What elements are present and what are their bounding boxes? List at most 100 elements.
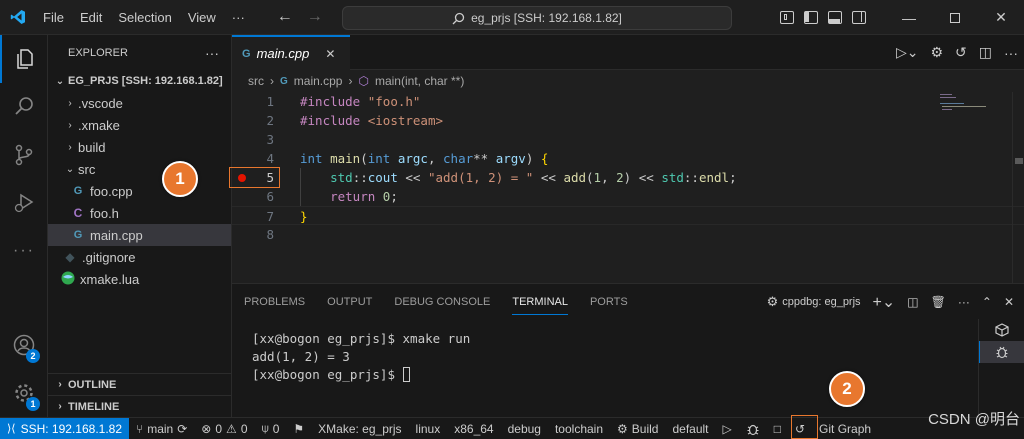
debug-launch-item[interactable]: ⚑ (286, 418, 311, 439)
tree-item-xmake-lua[interactable]: xmake.lua (48, 268, 231, 290)
timeline-section[interactable]: › TIMELINE (48, 395, 232, 417)
tree-item-label: .xmake (78, 117, 120, 133)
code-editor[interactable]: 1 #include "foo.h" 2 #include <iostream> 3… (232, 92, 1024, 283)
workspace-root[interactable]: ⌄ EG_PRJS [SSH: 192.168.1.82] (48, 70, 231, 92)
warning-count: 0 (240, 421, 248, 436)
more-views-icon[interactable]: ··· (0, 227, 48, 275)
more-actions-icon[interactable]: ··· (958, 295, 970, 309)
target-item[interactable]: default (665, 418, 715, 439)
close-tab-icon[interactable]: ✕ (325, 47, 335, 61)
ports-item[interactable]: ⍦ 0 (255, 418, 287, 439)
accounts-icon[interactable]: 2 (0, 321, 48, 369)
problems-item[interactable]: ⊗ 0 ⚠ 0 (194, 418, 254, 439)
mode-item[interactable]: debug (501, 418, 548, 439)
error-count: 0 (215, 421, 223, 436)
terminal-line: [xx@bogon eg_prjs]$ (252, 366, 470, 384)
sync-icon[interactable]: ⟳ (177, 422, 187, 436)
close-panel-icon[interactable]: ✕ (1004, 295, 1014, 309)
terminal-output[interactable]: [xx@bogon eg_prjs]$ xmake run add(1, 2) … (252, 330, 470, 384)
tree-item-xmake[interactable]: › .xmake (48, 114, 231, 136)
tree-item-gitignore[interactable]: ◆ .gitignore (48, 246, 231, 268)
minimize-icon[interactable]: — (886, 0, 932, 35)
menu-more[interactable]: ··· (224, 0, 253, 35)
arch-item[interactable]: x86_64 (447, 418, 500, 439)
source-control-icon[interactable] (0, 131, 48, 179)
stop-icon[interactable]: □ (767, 418, 788, 439)
history-icon[interactable]: ↺ (955, 44, 967, 61)
tree-item-src[interactable]: ⌄ src (48, 158, 231, 180)
tree-item-label: src (78, 161, 96, 177)
settings-gear-icon[interactable]: ⚙ (930, 44, 943, 61)
tree-item-main-cpp[interactable]: G main.cpp (48, 224, 231, 246)
status-bar: ⟩⟨ SSH: 192.168.1.82 ⑂ main ⟳ ⊗ 0 ⚠ 0 ⍦ … (0, 417, 1024, 439)
editor-group: G main.cpp ✕ ▷⌄ ⚙ ↺ ◫ ··· src › G main.c… (232, 35, 1024, 283)
maximize-panel-icon[interactable]: ⌃ (982, 295, 992, 309)
git-graph-item[interactable]: Git Graph (812, 418, 878, 439)
new-terminal-icon[interactable]: +⌄ (873, 292, 896, 312)
xmake-project-item[interactable]: XMake: eg_prjs (311, 418, 408, 439)
toggle-primary-sidebar-icon[interactable] (804, 11, 818, 24)
tab-output[interactable]: OUTPUT (327, 296, 372, 308)
customize-layout-icon[interactable] (780, 11, 794, 24)
terminal-instance-cube-icon[interactable] (979, 319, 1024, 341)
code-line: 8 (232, 225, 1024, 244)
tab-main-cpp[interactable]: G main.cpp ✕ (232, 35, 350, 70)
tab-problems[interactable]: PROBLEMS (244, 296, 305, 308)
tree-item-label: build (78, 139, 106, 155)
manage-gear-icon[interactable]: 1 (0, 369, 48, 417)
header-file-icon: C (73, 206, 83, 220)
code-line: 1 #include "foo.h" (232, 92, 1024, 111)
terminal-instance-debug-icon[interactable] (979, 341, 1024, 363)
explorer-sidebar: EXPLORER ··· ⌄ EG_PRJS [SSH: 192.168.1.8… (48, 35, 232, 417)
menu-view[interactable]: View (180, 0, 224, 35)
menu-file[interactable]: File (35, 0, 72, 35)
outline-section[interactable]: › OUTLINE (48, 373, 232, 395)
remote-indicator[interactable]: ⟩⟨ SSH: 192.168.1.82 (0, 417, 130, 439)
breadcrumb-symbol[interactable]: main(int, char **) (375, 74, 464, 88)
platform-item[interactable]: linux (409, 418, 448, 439)
forward-arrow-icon[interactable]: → (307, 8, 323, 26)
more-actions-icon[interactable]: ··· (1004, 45, 1018, 61)
menu-selection[interactable]: Selection (110, 0, 179, 35)
maximize-icon[interactable] (932, 0, 978, 35)
git-file-icon: ◆ (65, 250, 75, 264)
tab-terminal[interactable]: TERMINAL (512, 296, 568, 315)
split-terminal-icon[interactable]: ◫ (907, 295, 918, 309)
annotation-marker-1: 1 (162, 161, 198, 197)
activity-bar: ··· 2 1 (0, 35, 48, 417)
run-debug-icon[interactable] (0, 179, 48, 227)
debug-bug-icon[interactable] (739, 418, 767, 439)
tab-ports[interactable]: PORTS (590, 296, 628, 308)
minimap[interactable] (930, 92, 1010, 212)
back-arrow-icon[interactable]: ← (277, 8, 293, 26)
breadcrumb-file[interactable]: main.cpp (294, 74, 343, 88)
terminal-name[interactable]: cppdbg: eg_prjs (782, 296, 860, 308)
split-editor-icon[interactable]: ◫ (979, 44, 992, 61)
toggle-panel-icon[interactable] (828, 11, 842, 24)
remote-icon: ⟩⟨ (7, 423, 16, 435)
run-icon[interactable]: ▷ (716, 418, 739, 439)
tab-debug-console[interactable]: DEBUG CONSOLE (394, 296, 490, 308)
toolchain-item[interactable]: toolchain (548, 418, 610, 439)
kill-terminal-icon[interactable]: 🗑 (931, 295, 946, 309)
line-number: 4 (266, 151, 274, 166)
explorer-icon[interactable] (0, 35, 48, 83)
close-window-icon[interactable]: ✕ (978, 0, 1024, 35)
tree-item-build[interactable]: › build (48, 136, 231, 158)
tree-item-foo-cpp[interactable]: G foo.cpp (48, 180, 231, 202)
explorer-more-icon[interactable]: ··· (205, 45, 219, 61)
warning-icon: ⚠ (226, 421, 237, 436)
branch-item[interactable]: ⑂ main ⟳ (129, 418, 194, 439)
tree-item-foo-h[interactable]: C foo.h (48, 202, 231, 224)
git-branch-icon: ⑂ (136, 421, 144, 436)
toggle-secondary-sidebar-icon[interactable] (852, 11, 866, 24)
build-item[interactable]: ⚙ Build (610, 418, 665, 439)
search-icon[interactable] (0, 83, 48, 131)
command-center[interactable]: eg_prjs [SSH: 192.168.1.82] (342, 6, 732, 30)
run-debug-dropdown-icon[interactable]: ▷⌄ (896, 44, 919, 61)
tree-item-vscode[interactable]: › .vscode (48, 92, 231, 114)
editor-scrollbar[interactable] (1012, 92, 1024, 283)
tree-item-label: .vscode (78, 95, 123, 111)
breadcrumb-src[interactable]: src (248, 74, 264, 88)
menu-edit[interactable]: Edit (72, 0, 110, 35)
